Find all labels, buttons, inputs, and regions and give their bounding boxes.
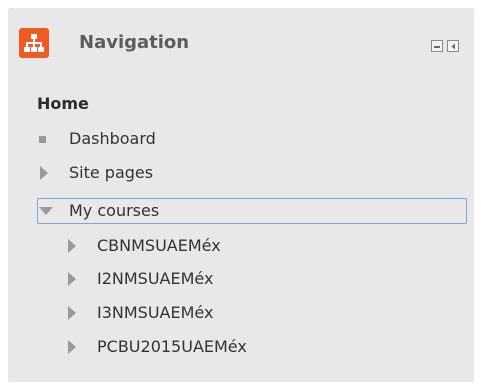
course-label: CBNMSUAEMéx — [97, 236, 221, 255]
course-label: I2NMSUAEMéx — [97, 269, 214, 288]
tree-item-my-courses[interactable]: My courses — [37, 198, 467, 224]
course-item[interactable]: PCBU2015UAEMéx — [65, 334, 445, 360]
course-item[interactable]: I2NMSUAEMéx — [65, 266, 445, 292]
tree-item-label: Dashboard — [69, 129, 156, 148]
sitemap-icon — [19, 28, 49, 58]
bullet-icon — [39, 136, 46, 143]
block-title: Navigation — [79, 32, 190, 53]
course-item[interactable]: CBNMSUAEMéx — [65, 233, 445, 259]
minimize-icon[interactable] — [431, 40, 443, 52]
navigation-block: Navigation Home Dashboard Site pages My … — [8, 8, 474, 382]
tree-item-dashboard[interactable]: Dashboard — [37, 126, 457, 152]
tree-item-label: My courses — [69, 201, 160, 220]
caret-right-icon — [68, 340, 76, 354]
dock-icon[interactable] — [447, 40, 459, 52]
course-item[interactable]: I3NMSUAEMéx — [65, 300, 445, 326]
block-header: Navigation — [8, 8, 474, 78]
course-label: I3NMSUAEMéx — [97, 303, 214, 322]
caret-right-icon — [68, 272, 76, 286]
tree-item-site-pages[interactable]: Site pages — [37, 160, 457, 186]
tree-item-label: Site pages — [69, 163, 154, 182]
caret-right-icon — [68, 306, 76, 320]
course-label: PCBU2015UAEMéx — [97, 337, 247, 356]
caret-right-icon — [40, 166, 48, 180]
home-link[interactable]: Home — [37, 94, 89, 114]
caret-right-icon — [68, 239, 76, 253]
caret-down-icon — [39, 207, 53, 215]
